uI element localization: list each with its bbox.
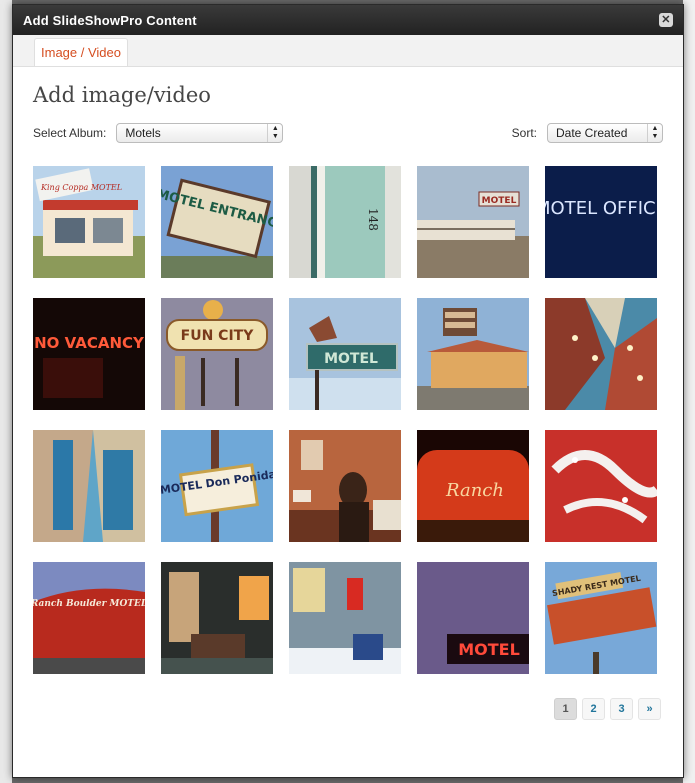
sort-select[interactable]: Date Created ▲ ▼	[547, 123, 663, 143]
thumbnail-sign-text: NO VACANCY	[34, 334, 145, 352]
next-page-button[interactable]: »	[638, 698, 661, 720]
thumbnail-grid: King Coppa MOTEL MOTEL ENTRANCE 148 MOTE…	[33, 166, 663, 674]
thumbnail-sign-text: MOTEL	[324, 351, 378, 367]
thumbnail-image[interactable]: FUN CITY	[161, 298, 273, 410]
thumbnail-image[interactable]: MOTEL Don Ponida	[161, 430, 273, 542]
thumbnail-sign-text: MOTEL OFFICE	[545, 198, 657, 219]
modal-dialog: Add SlideShowPro Content ✕ Image / Video…	[12, 4, 684, 778]
thumbnail-sign-text: Ranch Boulder MOTEL	[33, 599, 145, 609]
page-3-button[interactable]: 3	[610, 698, 633, 720]
select-arrows-icon: ▲ ▼	[267, 124, 282, 142]
thumbnail-image[interactable]: MOTEL ENTRANCE	[161, 166, 273, 278]
select-arrows-icon: ▲ ▼	[647, 124, 662, 142]
thumbnail-image[interactable]	[33, 430, 145, 542]
thumbnail-image[interactable]	[161, 562, 273, 674]
thumbnail-sign-text: Ranch	[445, 480, 504, 501]
page-title: Add image/video	[33, 83, 211, 107]
thumbnail-image[interactable]: King Coppa MOTEL	[33, 166, 145, 278]
thumbnail-image[interactable]	[289, 430, 401, 542]
thumbnail-sign-text: 148	[366, 208, 380, 231]
thumbnail-image[interactable]	[417, 298, 529, 410]
page-1-button[interactable]: 1	[554, 698, 577, 720]
thumbnail-image[interactable]	[545, 298, 657, 410]
sort-select-value: Date Created	[556, 126, 628, 140]
thumbnail-sign-text: MOTEL	[458, 640, 520, 659]
thumbnail-image[interactable]	[289, 562, 401, 674]
pagination: 1 2 3 »	[33, 698, 661, 720]
thumbnail-sign-text: King Coppa MOTEL	[40, 183, 122, 192]
thumbnail-sign-text: MOTEL	[482, 196, 517, 206]
thumbnail-image[interactable]: MOTEL OFFICE	[545, 166, 657, 278]
album-select-value: Motels	[125, 126, 161, 140]
thumbnail-image[interactable]: MOTEL	[289, 298, 401, 410]
thumbnail-image[interactable]: Ranch Boulder MOTEL	[33, 562, 145, 674]
album-select[interactable]: Motels ▲ ▼	[116, 123, 284, 143]
page-2-button[interactable]: 2	[582, 698, 605, 720]
background-page-right	[683, 0, 695, 783]
sort-label: Sort:	[511, 126, 537, 140]
thumbnail-image[interactable]: MOTEL	[417, 166, 529, 278]
thumbnail-image[interactable]: SHADY REST MOTEL	[545, 562, 657, 674]
modal-titlebar: Add SlideShowPro Content ✕	[13, 5, 683, 35]
tab-image-video[interactable]: Image / Video	[34, 38, 128, 66]
background-page-left	[0, 0, 12, 783]
thumbnail-sign-text: FUN CITY	[181, 328, 255, 344]
thumbnail-image[interactable]: Ranch	[417, 430, 529, 542]
modal-content: Add image/video Select Album: Motels ▲ ▼ …	[13, 83, 683, 720]
close-icon[interactable]: ✕	[659, 13, 673, 27]
thumbnail-image[interactable]: MOTEL	[417, 562, 529, 674]
thumbnail-image[interactable]: 148	[289, 166, 401, 278]
thumbnail-image[interactable]: NO VACANCY	[33, 298, 145, 410]
filter-controls: Select Album: Motels ▲ ▼ Sort: Date Creat…	[33, 122, 663, 144]
tab-bar: Image / Video	[13, 35, 683, 67]
modal-title: Add SlideShowPro Content	[23, 12, 197, 28]
thumbnail-image[interactable]	[545, 430, 657, 542]
album-label: Select Album:	[33, 126, 107, 140]
